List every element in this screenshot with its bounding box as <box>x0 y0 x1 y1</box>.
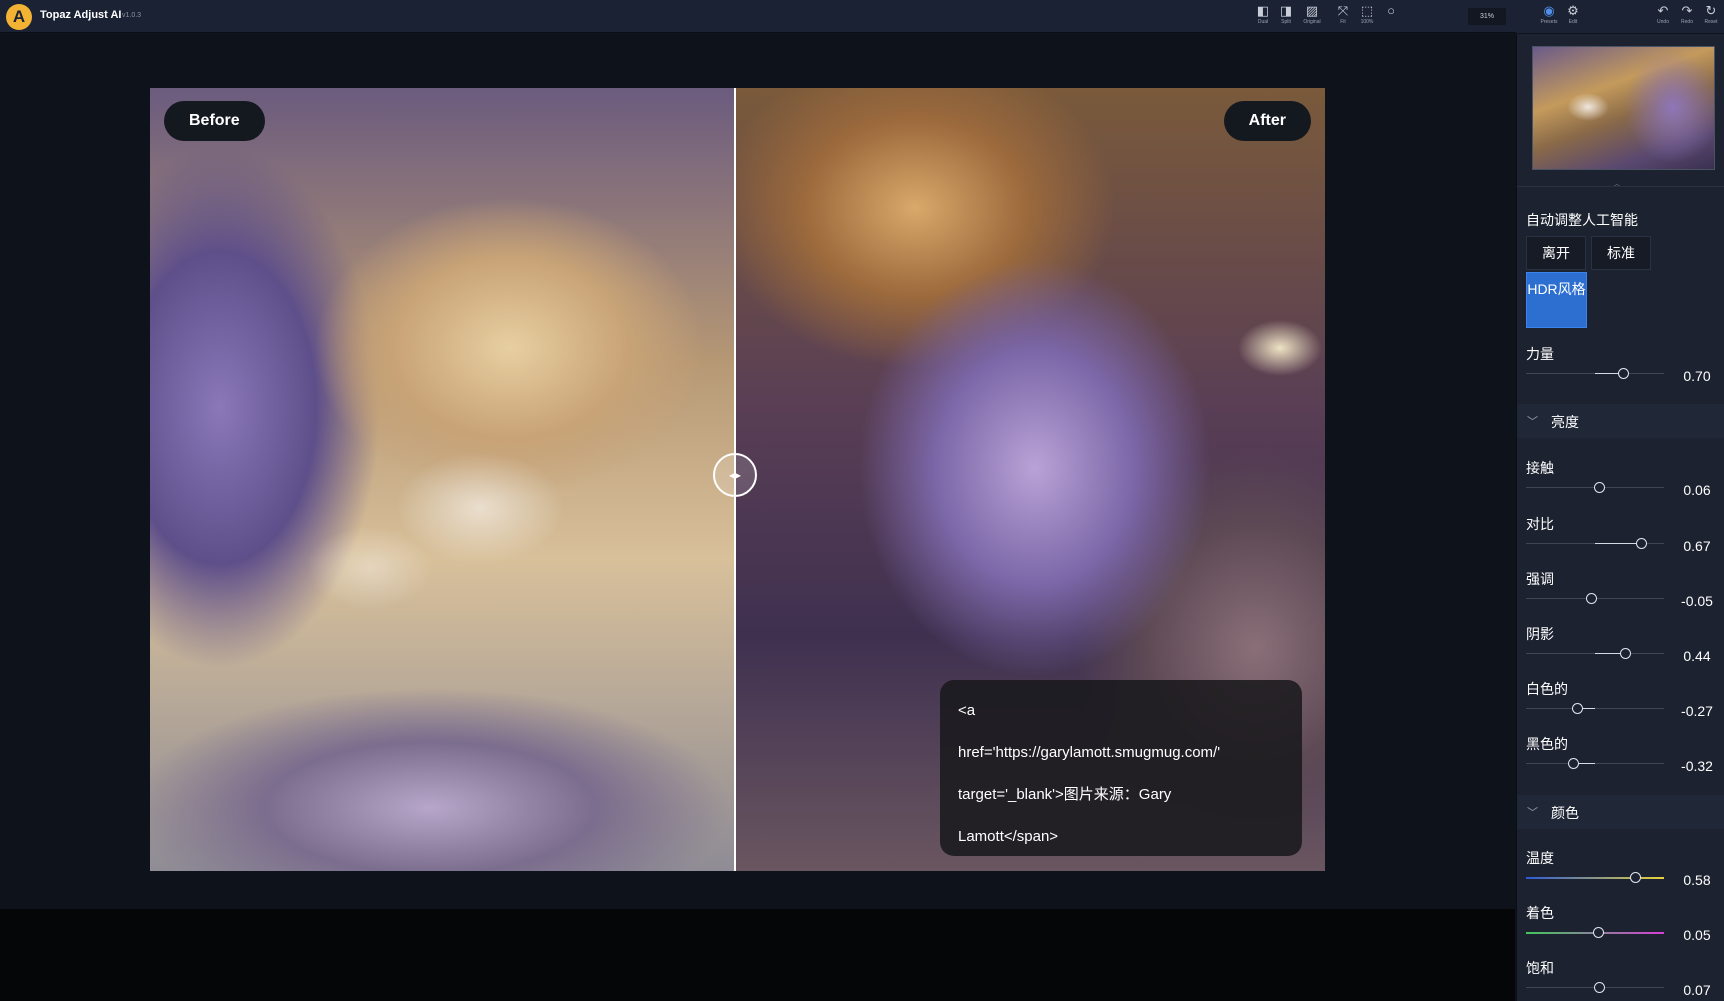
slider-knob[interactable] <box>1567 758 1579 769</box>
slider-knob[interactable] <box>1594 982 1606 993</box>
slider-fill <box>1595 543 1641 544</box>
image-preview[interactable]: ◂▸ Before After <a href='https://garylam… <box>150 88 1325 871</box>
slider-knob[interactable] <box>1572 703 1584 714</box>
grid-dot-button[interactable]: ○ <box>1378 3 1404 30</box>
caption-line: Lamott</span> <box>958 828 1059 845</box>
divider <box>1517 186 1724 187</box>
filmstrip-area <box>0 909 1515 1001</box>
edit-icon: ⚙ <box>1567 3 1579 18</box>
slider-knob[interactable] <box>1617 368 1629 379</box>
slider-knob[interactable] <box>1630 872 1642 883</box>
redo-button[interactable]: ↷ Redo <box>1674 3 1700 30</box>
exposure-label: 接触 <box>1526 460 1554 476</box>
slider-knob[interactable] <box>1635 538 1647 549</box>
adjust-panel: ︿ 自动调整人工智能 离开 标准 HDR风格 力量 0.70 ﹀ 亮度 接触 0… <box>1516 34 1724 1001</box>
mode-standard-button[interactable]: 标准 <box>1591 236 1651 270</box>
brightness-group-title: 亮度 <box>1551 414 1579 430</box>
undo-button[interactable]: ↶ Undo <box>1650 3 1676 30</box>
split-handle-icon[interactable]: ◂▸ <box>713 453 757 497</box>
strength-slider[interactable] <box>1526 368 1664 379</box>
saturation-value[interactable]: 0.07 <box>1677 980 1717 1000</box>
reset-button[interactable]: ↻ Reset <box>1698 3 1724 30</box>
blacks-value[interactable]: -0.32 <box>1677 756 1717 776</box>
top-bar: A Topaz Adjust AI v1.0.3 ◧ Dual ◨ Split … <box>0 0 1724 33</box>
blacks-slider[interactable] <box>1526 758 1664 769</box>
app-version: v1.0.3 <box>122 12 142 19</box>
highlights-slider[interactable] <box>1526 593 1664 604</box>
slider-knob[interactable] <box>1592 927 1604 938</box>
collapse-navigator-icon[interactable]: ︿ <box>1613 178 1621 189</box>
chevron-down-icon: ﹀ <box>1527 416 1538 428</box>
grid-dot-icon: ○ <box>1387 3 1395 18</box>
contrast-label: 对比 <box>1526 516 1554 532</box>
before-image <box>150 88 735 871</box>
strength-label: 力量 <box>1526 346 1554 362</box>
split-view-button[interactable]: ◨ Split <box>1273 3 1299 30</box>
strength-value[interactable]: 0.70 <box>1677 366 1717 386</box>
after-label: After <box>1223 101 1311 141</box>
fit-button[interactable]: ⤧ Fit <box>1330 3 1356 30</box>
exposure-value[interactable]: 0.06 <box>1677 480 1717 500</box>
mode-off-button[interactable]: 离开 <box>1526 236 1586 270</box>
exposure-slider[interactable] <box>1526 482 1664 493</box>
blacks-label: 黑色的 <box>1526 736 1568 752</box>
original-view-icon: ▨ <box>1305 3 1319 18</box>
shadows-label: 阴影 <box>1526 626 1554 642</box>
zoom-100-button[interactable]: ⬚ 100% <box>1354 3 1380 30</box>
saturation-label: 饱和 <box>1526 960 1554 976</box>
navigator-thumbnail[interactable] <box>1532 46 1715 170</box>
temperature-label: 温度 <box>1526 850 1554 866</box>
contrast-value[interactable]: 0.67 <box>1677 536 1717 556</box>
zoom-100-icon: ⬚ <box>1360 3 1374 18</box>
tint-slider[interactable] <box>1526 927 1664 938</box>
app-title: Topaz Adjust AI <box>40 9 122 21</box>
tint-label: 着色 <box>1526 905 1554 921</box>
redo-icon: ↷ <box>1681 3 1693 18</box>
caption-line: target='_blank'>图片来源：Gary <box>958 786 1172 803</box>
whites-value[interactable]: -0.27 <box>1677 701 1717 721</box>
edit-button[interactable]: ⚙ Edit <box>1560 3 1586 30</box>
saturation-slider[interactable] <box>1526 982 1664 993</box>
panel-toolbar: ◉ Presets ⚙ Edit ↶ Undo ↷ Redo ↻ Reset <box>1516 0 1724 33</box>
app-logo-icon: A <box>6 4 32 30</box>
highlights-value[interactable]: -0.05 <box>1677 591 1717 611</box>
contrast-slider[interactable] <box>1526 538 1664 549</box>
slider-knob[interactable] <box>1594 482 1606 493</box>
original-view-button[interactable]: ▨ Original <box>1299 3 1325 30</box>
whites-slider[interactable] <box>1526 703 1664 714</box>
mode-hdr-button[interactable]: HDR风格 <box>1526 272 1587 328</box>
highlights-label: 强调 <box>1526 571 1554 587</box>
mode-hdr-label: HDR风格 <box>1527 281 1586 297</box>
before-label: Before <box>164 101 265 141</box>
reset-icon: ↻ <box>1705 3 1717 18</box>
slider-knob[interactable] <box>1620 648 1632 659</box>
shadows-slider[interactable] <box>1526 648 1664 659</box>
zoom-level-field[interactable]: 31% <box>1468 8 1506 25</box>
slider-knob[interactable] <box>1585 593 1597 604</box>
presets-button[interactable]: ◉ Presets <box>1536 3 1562 30</box>
temperature-slider[interactable] <box>1526 872 1664 883</box>
caption-line: href='https://garylamott.smugmug.com/' <box>958 744 1221 761</box>
whites-label: 白色的 <box>1526 681 1568 697</box>
brightness-group-header[interactable]: ﹀ 亮度 <box>1517 404 1724 438</box>
temperature-value[interactable]: 0.58 <box>1677 870 1717 890</box>
auto-adjust-title: 自动调整人工智能 <box>1526 212 1638 228</box>
split-view-icon: ◨ <box>1279 3 1293 18</box>
tint-value[interactable]: 0.05 <box>1677 925 1717 945</box>
caption-line: <a <box>958 702 976 719</box>
fit-icon: ⤧ <box>1337 3 1349 18</box>
image-credit-caption: <a href='https://garylamott.smugmug.com/… <box>940 680 1302 856</box>
chevron-down-icon: ﹀ <box>1527 807 1538 819</box>
shadows-value[interactable]: 0.44 <box>1677 646 1717 666</box>
color-group-title: 颜色 <box>1551 805 1579 821</box>
color-group-header[interactable]: ﹀ 颜色 <box>1517 795 1724 829</box>
presets-icon: ◉ <box>1543 3 1555 18</box>
undo-icon: ↶ <box>1657 3 1669 18</box>
